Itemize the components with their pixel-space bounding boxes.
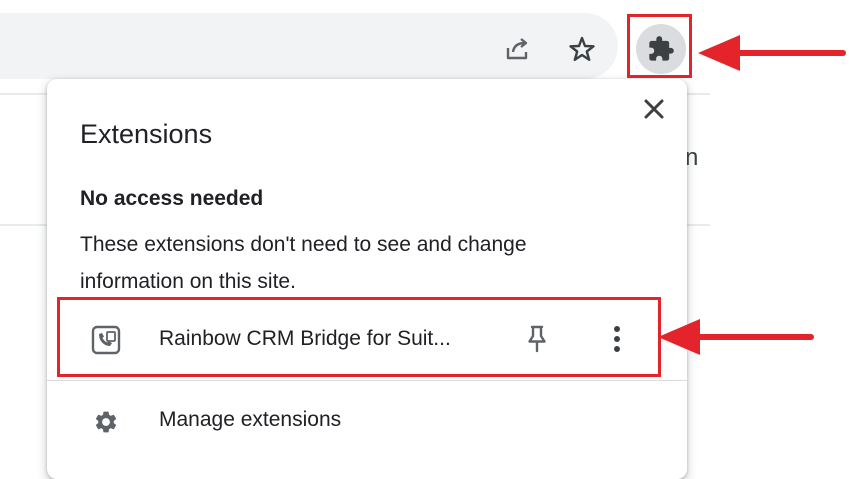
gear-icon — [95, 411, 117, 433]
section-description: These extensions don't need to see and c… — [80, 233, 527, 293]
background-text: n — [685, 144, 699, 171]
bookmark-star-button[interactable] — [562, 29, 602, 69]
manage-extensions-link[interactable]: Manage extensions — [47, 381, 687, 461]
share-icon — [506, 38, 528, 60]
extensions-button-highlight — [627, 14, 692, 78]
arrow-left-icon — [698, 35, 846, 71]
close-button[interactable] — [640, 95, 668, 123]
manage-extensions-label: Manage extensions — [159, 408, 342, 431]
close-icon — [644, 99, 664, 119]
share-button[interactable] — [498, 29, 538, 69]
extension-row-highlight — [57, 297, 661, 377]
arrow-left-icon — [658, 319, 814, 355]
extensions-popup: Extensions No access needed These extens… — [47, 79, 687, 479]
star-icon — [569, 36, 595, 61]
section-heading: No access needed — [80, 187, 264, 210]
popup-title: Extensions — [80, 119, 213, 149]
